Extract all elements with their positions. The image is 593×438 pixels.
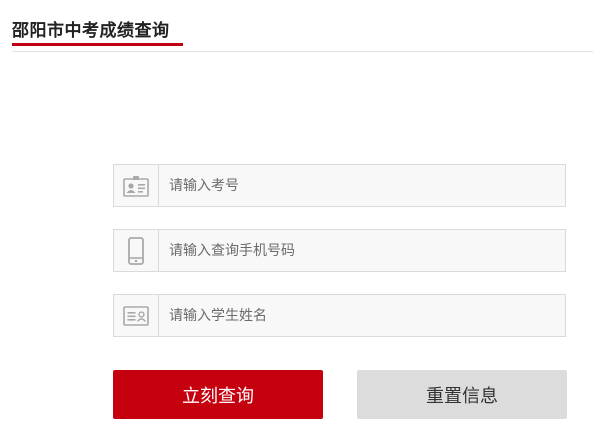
page-title: 邵阳市中考成绩查询 [12,21,170,41]
page-header: 邵阳市中考成绩查询 [12,0,593,52]
exam-number-field [113,164,566,207]
id-badge-icon [114,165,159,206]
phone-number-field [113,229,566,272]
title-underline [12,43,183,46]
submit-query-button[interactable]: 立刻查询 [113,370,323,419]
reset-button[interactable]: 重置信息 [357,370,567,419]
id-card-icon [114,295,159,336]
phone-number-input[interactable] [159,230,559,271]
header-divider [12,51,593,52]
student-name-input[interactable] [159,295,559,336]
mobile-phone-icon [114,230,159,271]
exam-number-input[interactable] [159,165,559,206]
student-name-field [113,294,566,337]
